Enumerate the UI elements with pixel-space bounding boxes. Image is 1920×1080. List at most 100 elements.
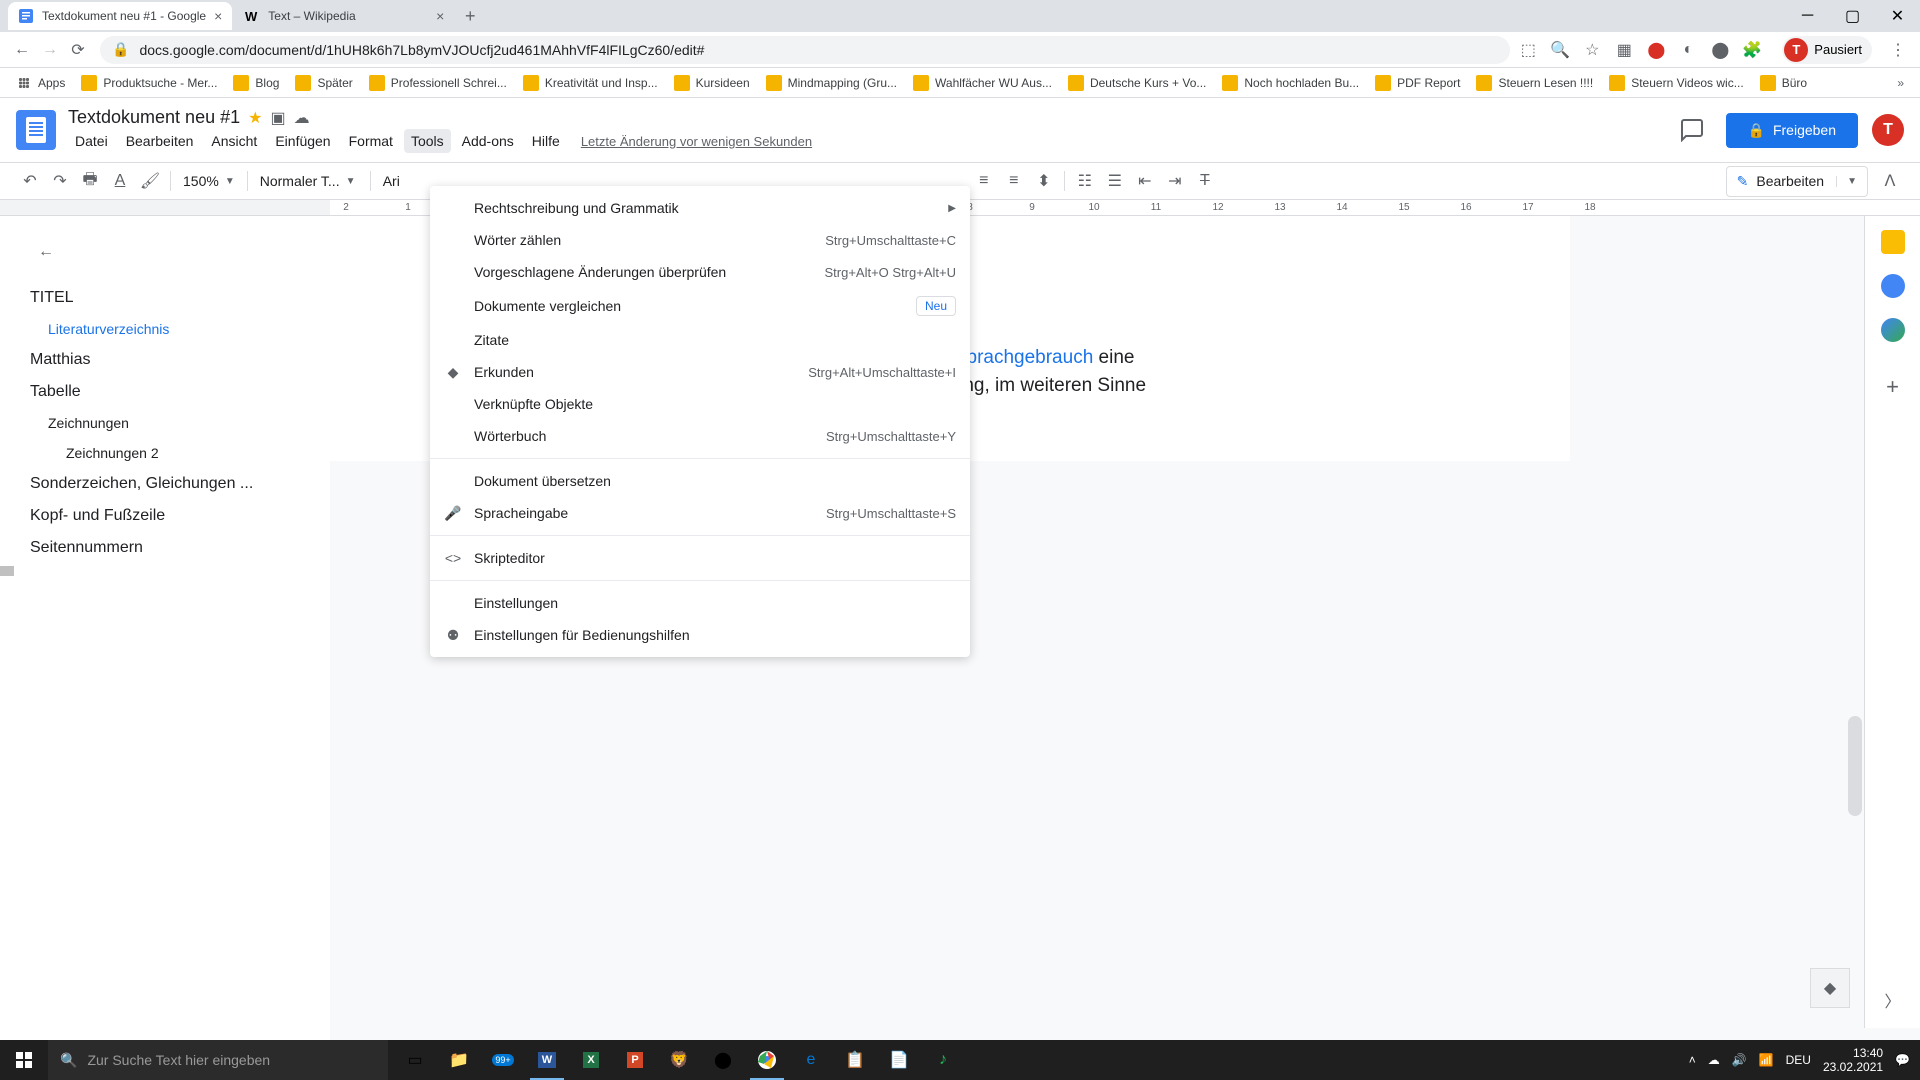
bulleted-list-button[interactable]: ☰ <box>1101 167 1129 195</box>
taskbar-spotify[interactable]: ♪ <box>922 1040 964 1080</box>
outline-back-button[interactable]: ← <box>30 236 62 268</box>
taskbar-word[interactable]: W <box>526 1040 568 1080</box>
extension-icon[interactable]: ⬤ <box>1710 40 1730 60</box>
document-link[interactable]: Sprachgebrauch <box>954 347 1093 368</box>
outline-item[interactable]: Matthias <box>30 344 310 376</box>
close-icon[interactable]: × <box>214 8 222 24</box>
menu-file[interactable]: Datei <box>68 129 115 153</box>
zoom-icon[interactable]: 🔍 <box>1550 40 1570 60</box>
bookmark-item[interactable]: Deutsche Kurs + Vo... <box>1060 71 1214 95</box>
user-avatar[interactable]: T <box>1872 114 1904 146</box>
clear-formatting-button[interactable]: T <box>1191 167 1219 195</box>
outline-item[interactable]: Literaturverzeichnis <box>30 314 310 344</box>
back-button[interactable]: ← <box>8 36 36 64</box>
close-window-button[interactable]: ✕ <box>1875 0 1920 32</box>
taskbar-edge[interactable]: e <box>790 1040 832 1080</box>
close-icon[interactable]: × <box>436 8 444 24</box>
outline-item[interactable]: Zeichnungen <box>30 408 310 438</box>
bookmark-apps[interactable]: Apps <box>8 71 73 95</box>
bookmark-item[interactable]: Büro <box>1752 71 1815 95</box>
start-button[interactable] <box>0 1040 48 1080</box>
print-button[interactable]: 🖶 <box>76 167 104 195</box>
move-icon[interactable]: ▣ <box>270 108 285 128</box>
outline-item[interactable]: Sonderzeichen, Gleichungen ... <box>30 468 310 500</box>
menu-edit[interactable]: Bearbeiten <box>119 129 201 153</box>
url-input[interactable]: 🔒 docs.google.com/document/d/1hUH8k6h7Lb… <box>100 36 1510 64</box>
menu-help[interactable]: Hilfe <box>525 129 567 153</box>
menu-word-count[interactable]: Wörter zählenStrg+Umschalttaste+C <box>430 224 970 256</box>
reload-button[interactable]: ⟳ <box>64 36 92 64</box>
explore-fab[interactable]: ◆ <box>1810 968 1850 1008</box>
expand-button[interactable]: ᐱ <box>1876 167 1904 195</box>
outline-item[interactable]: Seitennummern <box>30 532 310 564</box>
taskbar-app[interactable]: 📋 <box>834 1040 876 1080</box>
taskbar-powerpoint[interactable]: P <box>614 1040 656 1080</box>
menu-linked-objects[interactable]: Verknüpfte Objekte <box>430 388 970 420</box>
style-select[interactable]: Normaler T...▼ <box>254 173 364 189</box>
bookmark-star-icon[interactable]: ☆ <box>1582 40 1602 60</box>
outline-item[interactable]: TITEL <box>30 282 310 314</box>
browser-tab-active[interactable]: Textdokument neu #1 - Google × <box>8 2 232 30</box>
menu-script-editor[interactable]: <>Skripteditor <box>430 542 970 574</box>
forward-button[interactable]: → <box>36 36 64 64</box>
add-addon-button[interactable]: + <box>1886 374 1899 400</box>
taskbar-app[interactable]: 🦁 <box>658 1040 700 1080</box>
extension-icon[interactable]: ▦ <box>1614 40 1634 60</box>
star-icon[interactable]: ★ <box>248 108 262 128</box>
spellcheck-button[interactable]: A <box>106 167 134 195</box>
extension-icon[interactable]: ⬤ <box>1646 40 1666 60</box>
decrease-indent-button[interactable]: ⇤ <box>1131 167 1159 195</box>
taskbar-app[interactable]: 📄 <box>878 1040 920 1080</box>
share-button[interactable]: 🔒 Freigeben <box>1726 113 1858 148</box>
bookmark-item[interactable]: Noch hochladen Bu... <box>1214 71 1367 95</box>
systray-volume-icon[interactable]: 🔊 <box>1732 1053 1747 1067</box>
editing-mode-button[interactable]: ✎ Bearbeiten ▼ <box>1726 166 1868 197</box>
menu-review-suggestions[interactable]: Vorgeschlagene Änderungen überprüfenStrg… <box>430 256 970 288</box>
menu-accessibility[interactable]: ⚉Einstellungen für Bedienungshilfen <box>430 619 970 651</box>
menu-translate[interactable]: Dokument übersetzen <box>430 465 970 497</box>
docs-logo[interactable] <box>16 110 56 150</box>
menu-spelling-grammar[interactable]: Rechtschreibung und Grammatik▶ <box>430 192 970 224</box>
zoom-select[interactable]: 150%▼ <box>177 173 241 189</box>
systray-notifications[interactable]: 💬 <box>1895 1053 1910 1067</box>
comments-button[interactable] <box>1672 110 1712 150</box>
menu-view[interactable]: Ansicht <box>204 129 264 153</box>
bookmark-item[interactable]: Steuern Videos wic... <box>1601 71 1752 95</box>
menu-format[interactable]: Format <box>342 129 400 153</box>
font-select[interactable]: Ari <box>377 173 406 189</box>
taskbar-chrome[interactable] <box>746 1040 788 1080</box>
menu-explore[interactable]: ◆ErkundenStrg+Alt+Umschalttaste+I <box>430 356 970 388</box>
systray-language[interactable]: DEU <box>1786 1053 1811 1067</box>
bookmark-item[interactable]: Steuern Lesen !!!! <box>1468 71 1601 95</box>
menu-voice-typing[interactable]: 🎤SpracheingabeStrg+Umschalttaste+S <box>430 497 970 529</box>
keep-icon[interactable] <box>1881 230 1905 254</box>
vertical-scrollbar[interactable] <box>1848 716 1862 816</box>
menu-preferences[interactable]: Einstellungen <box>430 587 970 619</box>
translate-icon[interactable]: ⬚ <box>1518 40 1538 60</box>
align-center-button[interactable]: ≡ <box>1000 167 1028 195</box>
bookmarks-overflow[interactable]: » <box>1889 76 1912 90</box>
browser-menu-button[interactable]: ⋮ <box>1884 36 1912 64</box>
cloud-saved-icon[interactable]: ☁ <box>294 108 310 128</box>
contacts-icon[interactable] <box>1881 318 1905 342</box>
bookmark-item[interactable]: Kursideen <box>666 71 758 95</box>
last-edit-link[interactable]: Letzte Änderung vor wenigen Sekunden <box>581 134 812 149</box>
bookmark-item[interactable]: Kreativität und Insp... <box>515 71 666 95</box>
systray-wifi-icon[interactable]: 📶 <box>1759 1053 1774 1067</box>
outline-item[interactable]: Kopf- und Fußzeile <box>30 500 310 532</box>
menu-citations[interactable]: Zitate <box>430 324 970 356</box>
menu-compare-documents[interactable]: Dokumente vergleichenNeu <box>430 288 970 324</box>
systray-cloud-icon[interactable]: ☁ <box>1708 1053 1720 1067</box>
outline-item[interactable]: Tabelle <box>30 376 310 408</box>
taskbar-search[interactable]: 🔍 Zur Suche Text hier eingeben <box>48 1040 388 1080</box>
maximize-button[interactable]: ▢ <box>1830 0 1875 32</box>
hide-sidepanel-button[interactable]: 〉 <box>1879 986 1907 1014</box>
bookmark-item[interactable]: Mindmapping (Gru... <box>758 71 905 95</box>
extensions-menu-icon[interactable]: 🧩 <box>1742 40 1762 60</box>
browser-tab-inactive[interactable]: W Text – Wikipedia × <box>234 2 454 30</box>
bookmark-item[interactable]: Wahlfächer WU Aus... <box>905 71 1060 95</box>
redo-button[interactable]: ↷ <box>46 167 74 195</box>
tasks-icon[interactable] <box>1881 274 1905 298</box>
outline-scrollbar[interactable] <box>0 566 14 576</box>
bookmark-item[interactable]: Professionell Schrei... <box>361 71 515 95</box>
